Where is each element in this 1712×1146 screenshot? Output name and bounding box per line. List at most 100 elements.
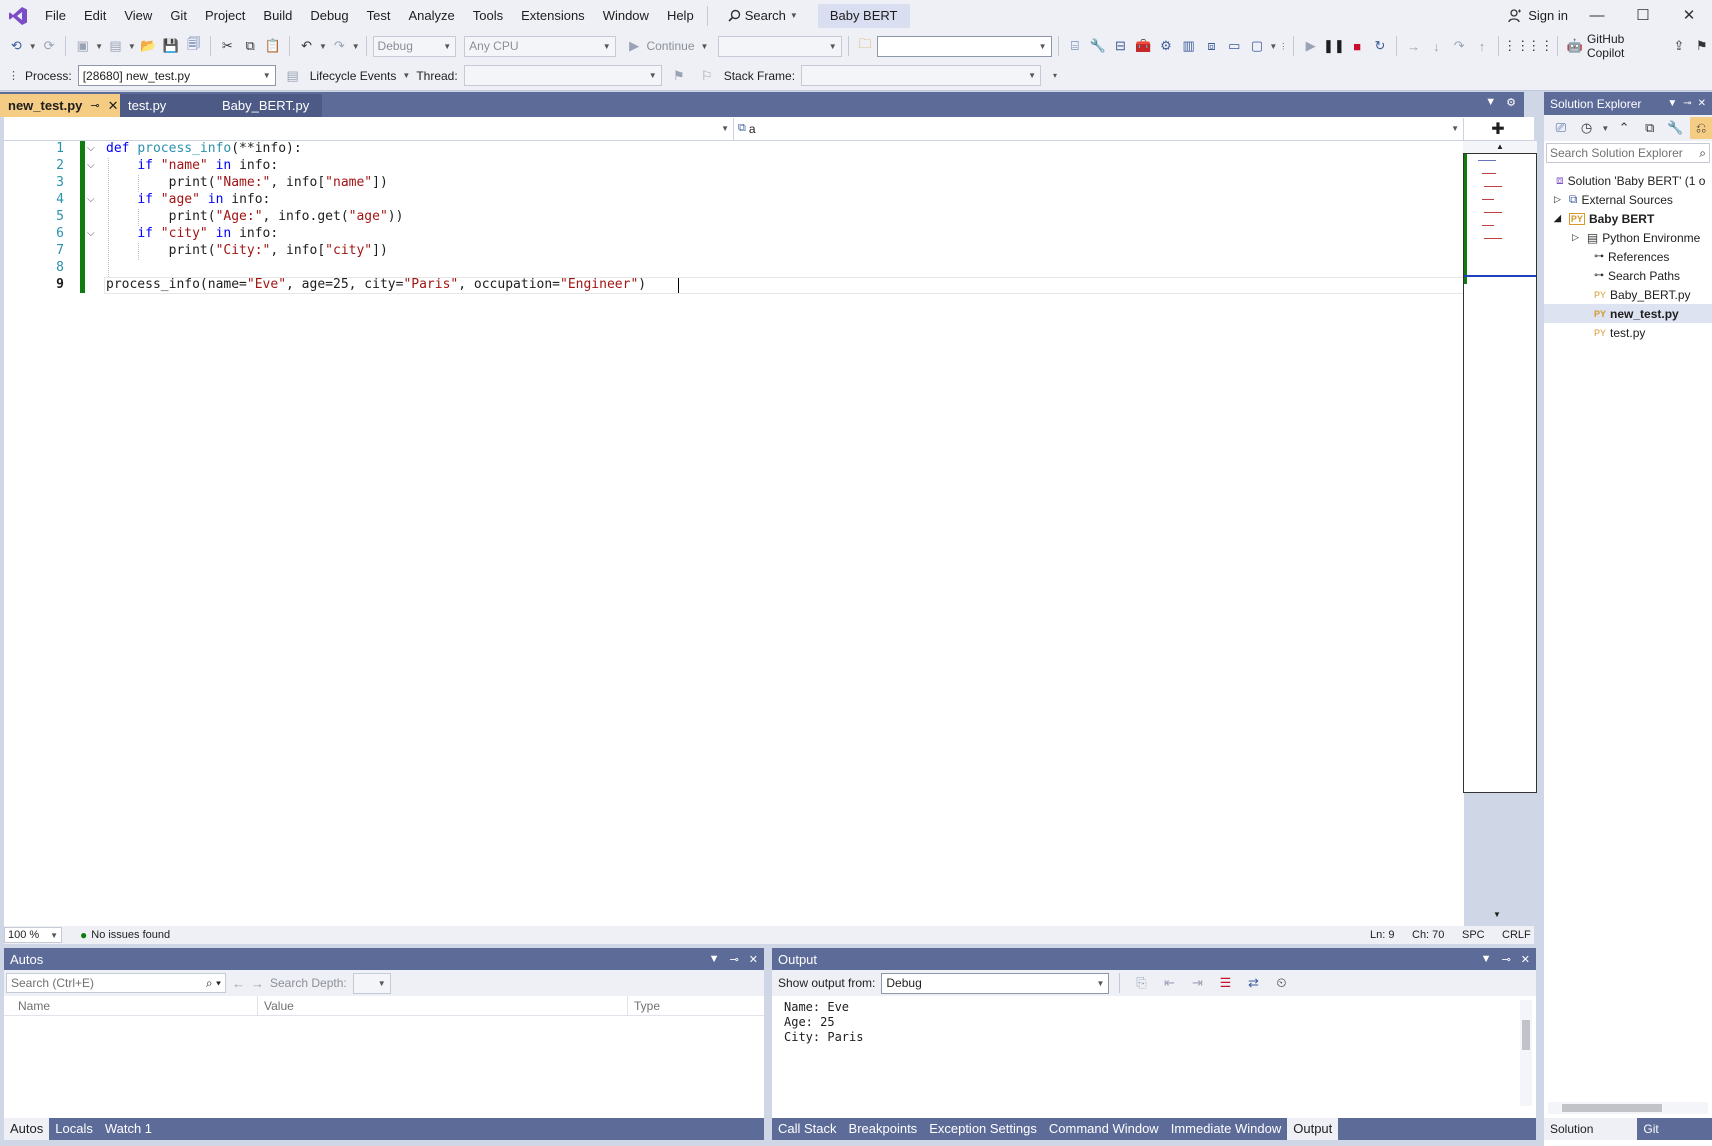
menu-help[interactable]: Help <box>658 0 703 31</box>
menu-analyze[interactable]: Analyze <box>399 0 463 31</box>
next-message-icon[interactable]: ⇥ <box>1186 972 1208 994</box>
close-icon[interactable]: ✕ <box>749 953 758 966</box>
column-header-name[interactable]: Name <box>4 996 258 1015</box>
tab-call-stack[interactable]: Call Stack <box>772 1118 843 1140</box>
code-line-5[interactable]: print("Age:", info.get("age")) <box>106 209 404 224</box>
back-arrow-icon[interactable]: ← <box>232 976 245 991</box>
lifecycle-events-button[interactable]: Lifecycle Events <box>310 69 397 83</box>
expand-arrow-icon[interactable]: ▷ <box>1572 232 1579 243</box>
tab-locals[interactable]: Locals <box>49 1118 99 1140</box>
menu-tools[interactable]: Tools <box>464 0 512 31</box>
code-line-7[interactable]: print("City:", info["city"]) <box>106 243 388 258</box>
restart-icon[interactable]: ↻ <box>1370 35 1391 57</box>
output-text[interactable]: Name: Eve Age: 25 City: Paris <box>772 996 1536 1049</box>
save-icon[interactable]: 💾 <box>161 35 182 57</box>
code-line-2[interactable]: if "name" in info: <box>106 158 278 173</box>
continue-icon[interactable]: ▶ <box>624 35 645 57</box>
diagnostics-icon[interactable]: ⚙ <box>1156 35 1177 57</box>
solution-configuration-select[interactable]: Debug ▼ <box>372 35 457 57</box>
code-line-9[interactable]: process_info(name="Eve", age=25, city="P… <box>106 277 646 292</box>
close-icon[interactable]: ✕ <box>1698 98 1706 109</box>
horizontal-scrollbar[interactable] <box>1548 1102 1708 1114</box>
process-select[interactable]: [28680] new_test.py ▼ <box>77 65 276 86</box>
code-line-1[interactable]: def process_info(**info): <box>106 141 302 156</box>
save-all-icon[interactable]: 🗐 <box>183 35 204 57</box>
chevron-down-icon[interactable]: ▼ <box>29 42 37 51</box>
properties-wrench-icon[interactable]: 🔧 <box>1665 117 1687 139</box>
minimize-button[interactable]: — <box>1574 0 1620 31</box>
play-icon[interactable]: ▶ <box>1300 35 1321 57</box>
fold-chevron-icon[interactable]: ⌵ <box>87 194 95 205</box>
panel-options-chevron-down-icon[interactable]: ▼ <box>709 953 720 966</box>
tree-external-sources[interactable]: ▷ ⧉ External Sources <box>1544 190 1712 209</box>
collapse-arrow-icon[interactable]: ◢ <box>1554 213 1561 224</box>
column-header-type[interactable]: Type <box>628 996 660 1015</box>
scrollbar-minimap[interactable] <box>1463 153 1537 793</box>
feedback-icon[interactable]: ⚑ <box>1691 35 1712 57</box>
redo-icon[interactable]: ↷ <box>329 35 350 57</box>
menu-window[interactable]: Window <box>594 0 658 31</box>
word-wrap-icon[interactable]: ⇄ <box>1242 972 1264 994</box>
scrollbar-down-arrow-icon[interactable]: ▼ <box>1493 910 1501 919</box>
tab-settings-gear-icon[interactable]: ⚙ <box>1506 96 1516 109</box>
find-message-icon[interactable]: ⎘ <box>1130 972 1152 994</box>
find-in-files-icon[interactable]: 🗀 <box>855 35 876 57</box>
timestamp-clock-icon[interactable]: ⏲ <box>1270 972 1292 994</box>
tab-output[interactable]: Output <box>1287 1118 1339 1140</box>
search-menu[interactable]: Search ▼ <box>720 8 806 23</box>
github-copilot-button[interactable]: GitHub Copilot <box>1587 32 1661 60</box>
tab-immediate-window[interactable]: Immediate Window <box>1165 1118 1288 1140</box>
tab-autos[interactable]: Autos <box>4 1118 50 1140</box>
comment-icon[interactable]: ⋮⋮ <box>1503 35 1529 57</box>
chevron-down-icon[interactable]: ▼ <box>402 71 410 80</box>
tree-project-baby-bert[interactable]: ◢ PY Baby BERT <box>1544 209 1712 228</box>
split-window-icon[interactable]: ✚ <box>1464 119 1532 139</box>
menu-edit[interactable]: Edit <box>75 0 115 31</box>
flag-thread-icon[interactable]: ⚑ <box>668 65 690 87</box>
tab-watch-1[interactable]: Watch 1 <box>99 1118 158 1140</box>
show-next-statement-icon[interactable]: → <box>1403 35 1424 57</box>
chevron-down-icon[interactable]: ▼ <box>319 42 327 51</box>
chevron-down-icon[interactable]: ▼ <box>352 42 360 51</box>
tree-file-baby-bert-py[interactable]: PY Baby_BERT.py <box>1544 285 1712 304</box>
new-project-icon[interactable]: ▣ <box>72 35 93 57</box>
tab-breakpoints[interactable]: Breakpoints <box>843 1118 924 1140</box>
scrollbar-thumb[interactable] <box>1562 1104 1662 1112</box>
chevron-down-icon[interactable]: ▼ <box>1601 124 1609 133</box>
window-icon[interactable]: ⧈ <box>1201 35 1222 57</box>
chevron-down-icon[interactable]: ▼ <box>128 42 136 51</box>
clear-all-icon[interactable]: ☰ <box>1214 972 1236 994</box>
share-icon[interactable]: ⇪ <box>1669 35 1690 57</box>
maximize-button[interactable]: ☐ <box>1620 0 1666 31</box>
issues-status[interactable]: No issues found <box>91 929 170 941</box>
close-window-button[interactable]: ✕ <box>1666 0 1712 31</box>
menu-project[interactable]: Project <box>196 0 254 31</box>
tree-search-paths[interactable]: ⊶ Search Paths <box>1544 266 1712 285</box>
tab-command-window[interactable]: Command Window <box>1043 1118 1165 1140</box>
code-line-4[interactable]: if "age" in info: <box>106 192 270 207</box>
code-line-3[interactable]: print("Name:", info["name"]) <box>106 175 388 190</box>
chevron-down-icon[interactable]: ▼ <box>1269 42 1277 51</box>
column-header-value[interactable]: Value <box>258 996 628 1015</box>
pause-icon[interactable]: ❚❚ <box>1323 35 1345 57</box>
tab-test-py[interactable]: test.py <box>120 94 200 117</box>
browser-link-icon[interactable]: ⌸ <box>1064 35 1085 57</box>
zoom-select[interactable]: 100 % ▼ <box>4 927 62 943</box>
stop-icon[interactable]: ■ <box>1347 35 1368 57</box>
solution-explorer-search-field[interactable]: Search Solution Explorer ⌕ <box>1546 143 1710 163</box>
step-into-icon[interactable]: ↓ <box>1426 35 1447 57</box>
properties-icon[interactable]: ▭ <box>1224 35 1245 57</box>
show-all-files-icon[interactable]: ⧉ <box>1639 117 1661 139</box>
fold-chevron-icon[interactable]: ⌵ <box>87 143 95 154</box>
menu-build[interactable]: Build <box>254 0 301 31</box>
preview-selected-icon[interactable]: ⎌ <box>1690 117 1712 139</box>
column-indicator[interactable]: Ch: 70 <box>1412 929 1444 941</box>
menu-git[interactable]: Git <box>161 0 196 31</box>
add-item-icon[interactable]: ▤ <box>105 35 126 57</box>
layout-icon[interactable]: ▥ <box>1178 35 1199 57</box>
tab-list-chevron-down-icon[interactable]: ▼ <box>1485 96 1496 109</box>
chevron-down-icon[interactable]: ▼ <box>1667 98 1677 109</box>
switch-views-icon[interactable]: ⎚ <box>1550 117 1572 139</box>
window-layout-icon[interactable]: ⊟ <box>1110 35 1131 57</box>
tab-exception-settings[interactable]: Exception Settings <box>923 1118 1043 1140</box>
